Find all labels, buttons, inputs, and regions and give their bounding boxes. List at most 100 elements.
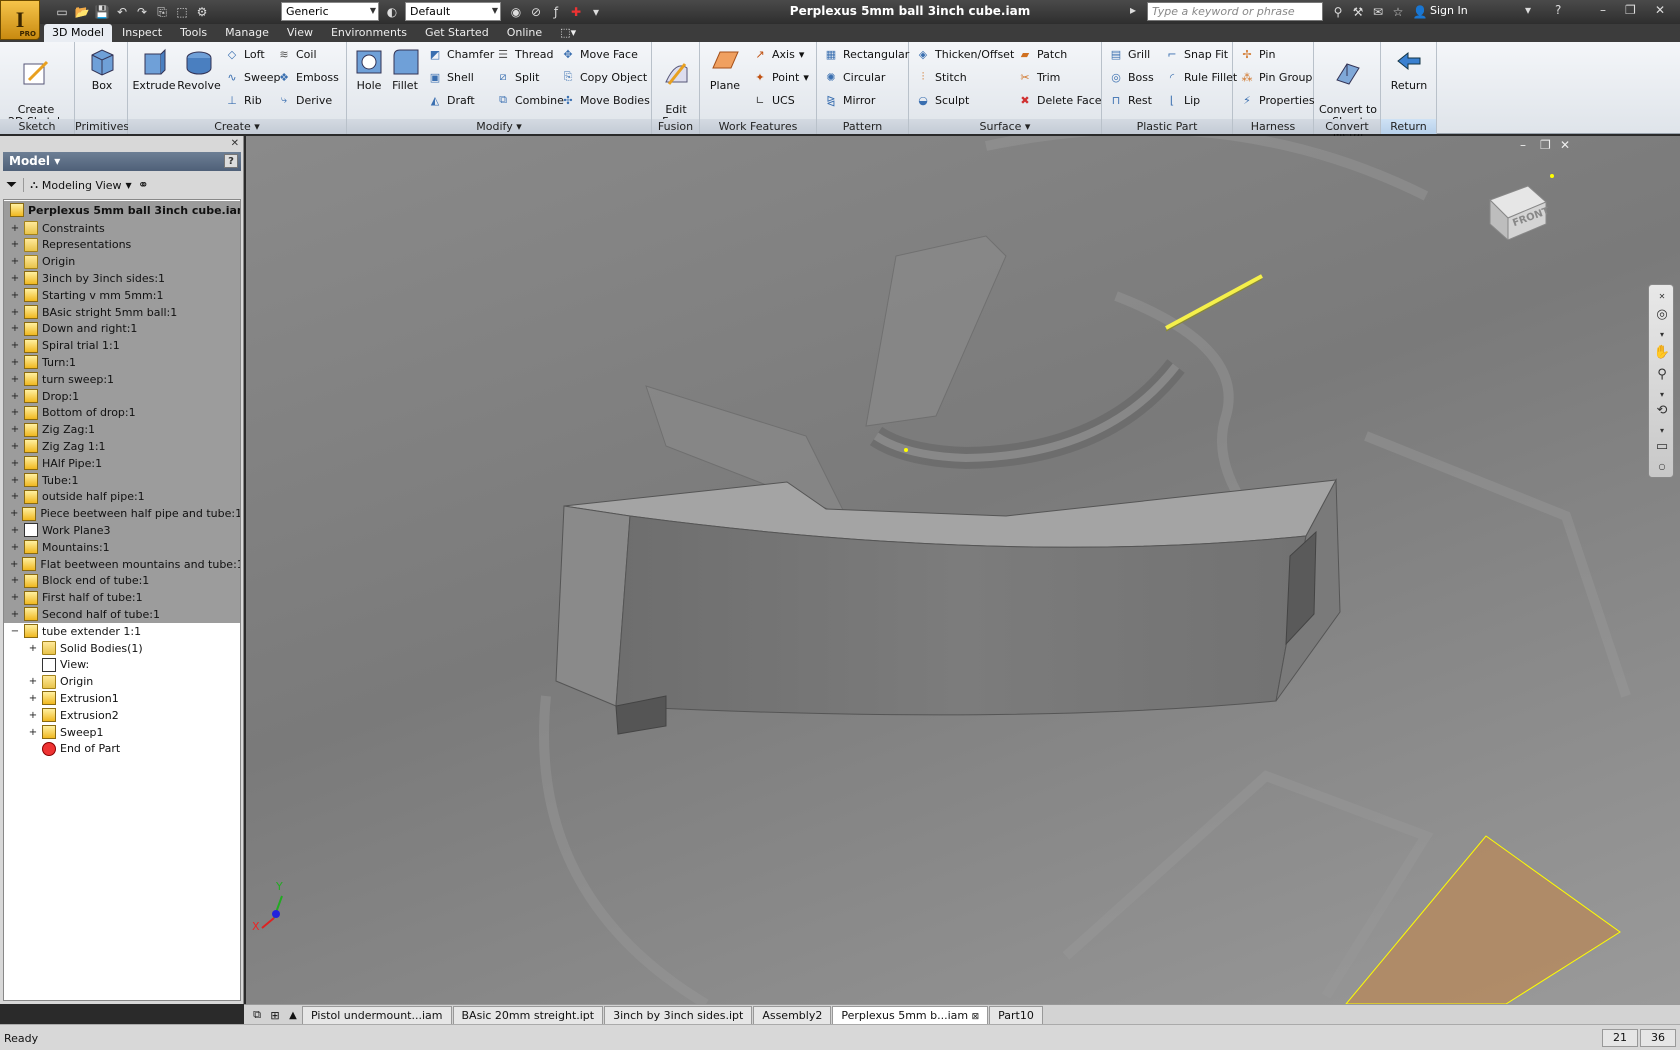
tree-feature-item[interactable]: View: [4, 656, 240, 674]
close-icon[interactable]: ✕ [1655, 3, 1665, 17]
fillet-button[interactable]: Fillet [387, 45, 423, 92]
expand-icon[interactable]: + [10, 575, 20, 586]
circular-pattern-button[interactable]: ✺ Circular [823, 67, 885, 87]
tree-item[interactable]: + Down and right:1 [4, 319, 240, 338]
open-documents-icon[interactable]: ▲ [284, 1006, 302, 1024]
move-bodies-button[interactable]: ✣ Move Bodies [560, 90, 649, 110]
appearance-combo[interactable]: Default ▼ [405, 2, 501, 21]
star-icon[interactable]: ☆ [1390, 4, 1406, 20]
browser-close-icon[interactable]: ✕ [231, 138, 239, 149]
minimize-icon[interactable]: – [1600, 3, 1606, 17]
tree-item[interactable]: + Spiral trial 1:1 [4, 336, 240, 355]
thicken-offset-button[interactable]: ◈ Thicken/Offset [915, 44, 1015, 64]
doc-tab[interactable]: Assembly2 [753, 1006, 832, 1024]
select-icon[interactable]: ⬚ [174, 4, 190, 20]
help-icon[interactable]: ? [1555, 3, 1561, 17]
steering-dropdown-icon[interactable]: ▾ [1653, 325, 1671, 343]
tree-item[interactable]: + Constraints [4, 219, 240, 237]
pan-icon[interactable]: ✋ [1653, 343, 1671, 361]
save-icon[interactable]: 💾 [94, 4, 110, 20]
delete-face-button[interactable]: ✖ Delete Face [1017, 90, 1101, 110]
rest-button[interactable]: ⊓ Rest [1108, 90, 1152, 110]
panel-title-modify[interactable]: Modify ▾ [347, 119, 651, 134]
expand-icon[interactable]: + [10, 475, 20, 486]
tree-item[interactable]: + Second half of tube:1 [4, 605, 240, 624]
tree-item[interactable]: + HAlf Pipe:1 [4, 454, 240, 473]
doc-tab-close-icon[interactable]: ⊠ [972, 1012, 980, 1022]
derive-button[interactable]: ⤷ Derive [276, 90, 332, 110]
viewport-minimize-icon[interactable]: – [1520, 138, 1526, 152]
tab-3d-model[interactable]: 3D Model [44, 24, 112, 42]
revolve-button[interactable]: Revolve [176, 45, 222, 92]
shell-button[interactable]: ▣ Shell [427, 67, 474, 87]
graphics-viewport[interactable]: X Y FRONT – ❐ ✕ [246, 136, 1680, 1004]
tree-feature-item[interactable]: + Solid Bodies(1) [4, 639, 240, 657]
chamfer-button[interactable]: ◩ Chamfer [427, 44, 494, 64]
expand-icon[interactable]: + [10, 491, 20, 502]
viewport-close-icon[interactable]: ✕ [1560, 138, 1570, 152]
navbar-options-icon[interactable]: ○ [1653, 457, 1671, 475]
communication-icon[interactable]: ✉ [1370, 4, 1386, 20]
expand-icon[interactable]: + [10, 323, 20, 334]
zoom-icon[interactable]: ⚲ [1653, 365, 1671, 383]
binoculars-icon[interactable]: ⚲ [1330, 4, 1346, 20]
expand-icon[interactable]: + [28, 710, 38, 721]
tree-feature-item[interactable]: End of Part [4, 740, 240, 758]
update-icon[interactable]: ⚙ [194, 4, 210, 20]
clear-icon[interactable]: ⊘ [528, 4, 544, 20]
expand-icon[interactable]: + [10, 508, 18, 519]
tools-icon[interactable]: ⚒ [1350, 4, 1366, 20]
grill-button[interactable]: ▤ Grill [1108, 44, 1150, 64]
tile-icon[interactable]: ⧉ [248, 1006, 266, 1024]
return-icon[interactable]: ⎘ [154, 4, 170, 20]
emboss-button[interactable]: ❖ Emboss [276, 67, 339, 87]
expand-icon[interactable]: + [10, 525, 20, 536]
box-button[interactable]: Box [80, 45, 124, 92]
browser-header[interactable]: Model ▾ ? [3, 152, 241, 171]
thread-button[interactable]: ☰ Thread [495, 44, 553, 64]
point-button[interactable]: ✦ Point ▾ [752, 67, 808, 87]
draft-button[interactable]: ◭ Draft [427, 90, 475, 110]
coil-button[interactable]: ≋ Coil [276, 44, 316, 64]
boss-button[interactable]: ◎ Boss [1108, 67, 1154, 87]
fx-icon[interactable]: ƒ [548, 4, 564, 20]
collapse-icon[interactable]: − [10, 626, 20, 637]
tree-root[interactable]: Perplexus 5mm ball 3inch cube.iam [4, 201, 240, 219]
axis-button[interactable]: ↗ Axis ▾ [752, 44, 804, 64]
tree-item[interactable]: + Tube:1 [4, 471, 240, 489]
doc-tab[interactable]: Pistol undermount...iam [302, 1006, 452, 1024]
tab-environments[interactable]: Environments [323, 24, 415, 42]
tree-item[interactable]: + Work Plane3 [4, 521, 240, 540]
panel-title-surface[interactable]: Surface ▾ [909, 119, 1101, 134]
rib-button[interactable]: ⊥ Rib [224, 90, 261, 110]
tree-item[interactable]: + Turn:1 [4, 353, 240, 372]
expand-icon[interactable]: + [10, 458, 20, 469]
tab-online[interactable]: Online [499, 24, 550, 42]
copy-object-button[interactable]: ⎘ Copy Object [560, 67, 648, 87]
tree-item[interactable]: + Drop:1 [4, 387, 240, 405]
restore-icon[interactable]: ❐ [1625, 3, 1636, 17]
expand-icon[interactable]: + [10, 374, 20, 385]
filter-icon[interactable]: ⏷ [6, 177, 17, 193]
redo-icon[interactable]: ↷ [134, 4, 150, 20]
look-at-icon[interactable]: ▭ [1653, 437, 1671, 455]
view-cube[interactable]: FRONT [1486, 178, 1551, 240]
new-icon[interactable]: ▭ [54, 4, 70, 20]
tree-item[interactable]: + Representations [4, 235, 240, 254]
view-combo[interactable]: ⛬ Modeling View ▼ [23, 178, 132, 192]
doc-tab[interactable]: 3inch by 3inch sides.ipt [604, 1006, 753, 1024]
tree-item[interactable]: + Origin [4, 252, 240, 271]
combine-button[interactable]: ⧉ Combine [495, 90, 564, 110]
expand-icon[interactable]: + [10, 273, 20, 284]
tab-manage[interactable]: Manage [217, 24, 277, 42]
tab-inspect[interactable]: Inspect [114, 24, 170, 42]
ucs-button[interactable]: ∟ UCS [752, 90, 794, 110]
expand-icon[interactable]: + [10, 592, 20, 603]
expand-icon[interactable]: + [10, 424, 20, 435]
rectangular-pattern-button[interactable]: ▦ Rectangular [823, 44, 909, 64]
expand-icon[interactable]: + [10, 542, 20, 553]
expand-icon[interactable]: + [10, 391, 20, 402]
sign-in-link[interactable]: Sign In [1430, 4, 1468, 17]
tree-item[interactable]: + Piece beetween half pipe and tube:1 [4, 504, 240, 523]
tree-item[interactable]: + First half of tube:1 [4, 588, 240, 607]
